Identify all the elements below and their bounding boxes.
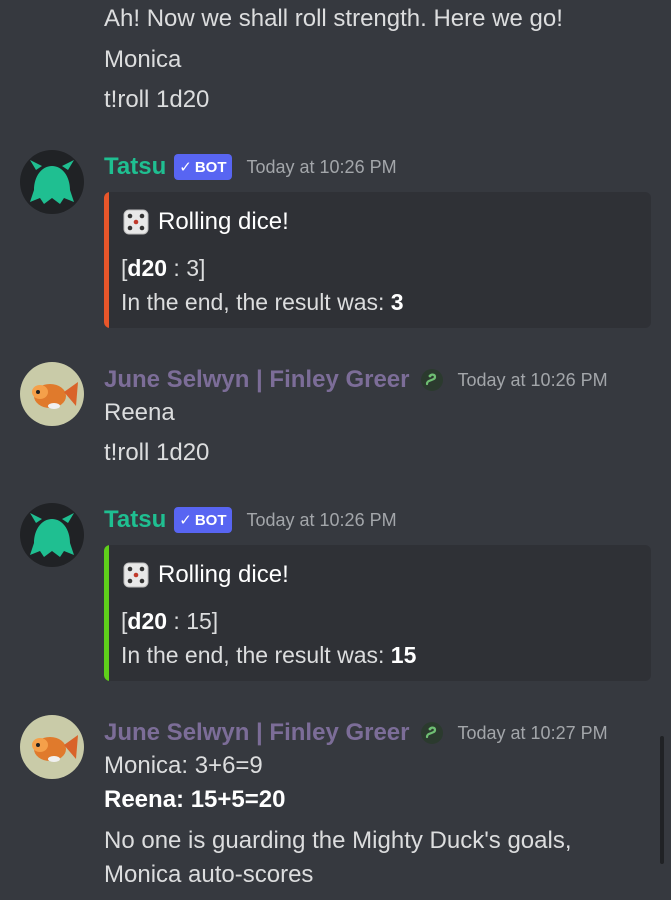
user-avatar[interactable] bbox=[20, 715, 84, 779]
verified-check-icon: ✓ bbox=[179, 159, 192, 176]
embed-title-text: Rolling dice! bbox=[158, 208, 289, 235]
timestamp[interactable]: Today at 10:27 PM bbox=[458, 723, 608, 744]
message-header: June Selwyn | Finley Greer Today at 10:2… bbox=[104, 717, 608, 749]
bot-tag-label: BOT bbox=[194, 511, 227, 529]
snake-crest-icon bbox=[420, 369, 443, 391]
message-header: Tatsu ✓ BOT Today at 10:26 PM bbox=[104, 504, 397, 536]
message-text: t!roll 1d20 bbox=[104, 86, 210, 113]
goldfish-avatar-icon bbox=[20, 362, 84, 426]
bot-tag: ✓ BOT bbox=[174, 154, 233, 180]
goldfish-avatar-icon bbox=[20, 715, 84, 779]
user-username[interactable]: June Selwyn | Finley Greer bbox=[104, 366, 410, 394]
tatsu-avatar-icon bbox=[20, 503, 84, 567]
snake-crest-icon bbox=[420, 722, 443, 744]
bot-tag-label: BOT bbox=[194, 158, 227, 176]
bot-username[interactable]: Tatsu bbox=[104, 506, 166, 534]
user-avatar[interactable] bbox=[20, 362, 84, 426]
bot-avatar[interactable] bbox=[20, 503, 84, 567]
message-text: Ah! Now we shall roll strength. Here we … bbox=[104, 5, 563, 32]
scrollbar-thumb[interactable] bbox=[660, 736, 664, 864]
embed-title-text: Rolling dice! bbox=[158, 561, 289, 588]
bot-username[interactable]: Tatsu bbox=[104, 153, 166, 181]
verified-check-icon: ✓ bbox=[179, 512, 192, 529]
dice-icon bbox=[123, 209, 149, 235]
message-text: Reena bbox=[104, 399, 175, 426]
dice-embed: Rolling dice! [d20 : 15] In the end, the… bbox=[104, 545, 651, 681]
timestamp[interactable]: Today at 10:26 PM bbox=[458, 370, 608, 391]
roll-result: In the end, the result was: 15 bbox=[121, 642, 417, 668]
roll-detail: [d20 : 3] bbox=[121, 255, 206, 281]
roll-result: In the end, the result was: 3 bbox=[121, 289, 404, 315]
message-text: t!roll 1d20 bbox=[104, 439, 210, 466]
message-text-bold: Reena: 15+5=20 bbox=[104, 786, 286, 813]
message-header: June Selwyn | Finley Greer Today at 10:2… bbox=[104, 364, 608, 396]
bot-tag: ✓ BOT bbox=[174, 507, 233, 533]
message-header: Tatsu ✓ BOT Today at 10:26 PM bbox=[104, 151, 397, 183]
message-text: No one is guarding the Mighty Duck's goa… bbox=[104, 827, 572, 854]
embed-title: Rolling dice! bbox=[121, 559, 289, 591]
roll-detail: [d20 : 15] bbox=[121, 608, 219, 634]
dice-embed: Rolling dice! [d20 : 3] In the end, the … bbox=[104, 192, 651, 328]
bot-avatar[interactable] bbox=[20, 150, 84, 214]
embed-title: Rolling dice! bbox=[121, 206, 289, 238]
dice-icon bbox=[123, 562, 149, 588]
message-text: Monica auto-scores bbox=[104, 861, 314, 888]
message-text: Monica bbox=[104, 46, 182, 73]
timestamp[interactable]: Today at 10:26 PM bbox=[246, 157, 396, 178]
message-text: Monica: 3+6=9 bbox=[104, 752, 263, 779]
user-username[interactable]: June Selwyn | Finley Greer bbox=[104, 719, 410, 747]
tatsu-avatar-icon bbox=[20, 150, 84, 214]
timestamp[interactable]: Today at 10:26 PM bbox=[246, 510, 396, 531]
embed-color-bar bbox=[104, 192, 109, 328]
embed-color-bar bbox=[104, 545, 109, 681]
